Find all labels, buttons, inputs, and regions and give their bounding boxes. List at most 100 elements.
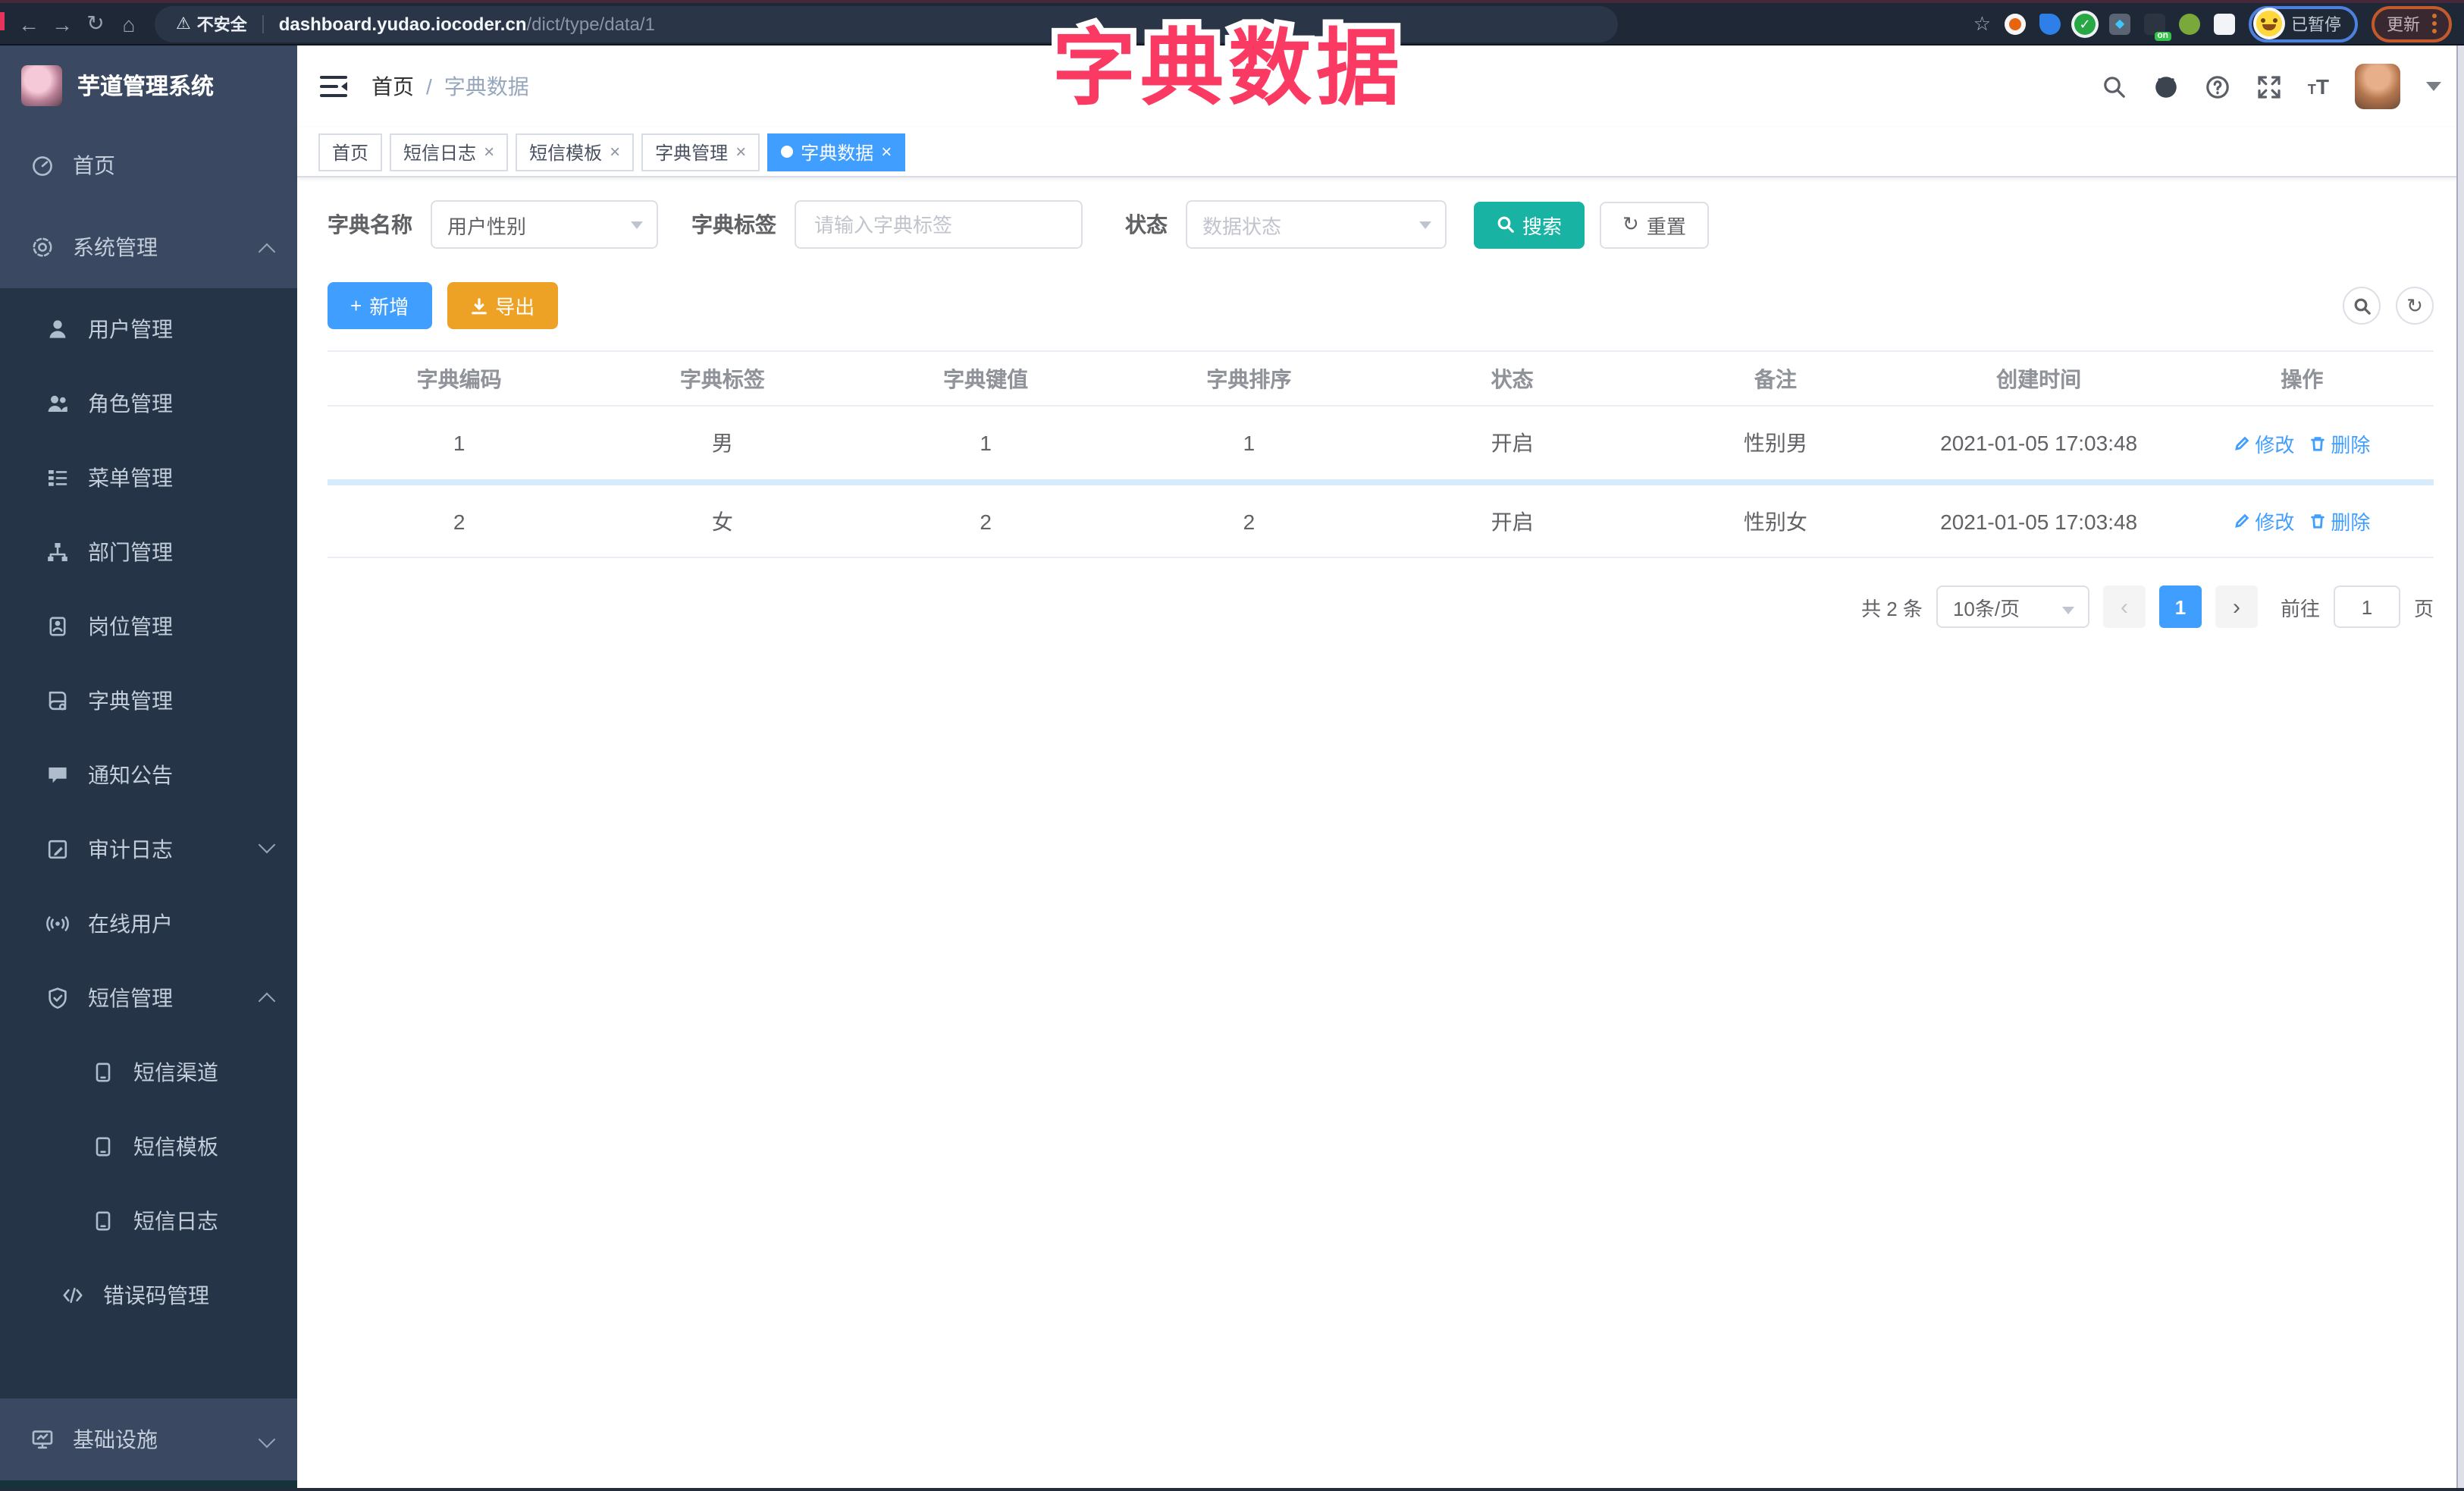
sidebar-item-sms-channel[interactable]: 短信渠道 <box>0 1034 297 1109</box>
page-size-select[interactable]: 10条/页 <box>1936 585 2089 628</box>
sidebar-item-sms-template[interactable]: 短信模板 <box>0 1109 297 1183</box>
sidebar-item-sms-mgmt[interactable]: 短信管理 <box>0 960 297 1034</box>
sidebar-item-home[interactable]: 首页 <box>0 124 297 206</box>
export-button[interactable]: 导出 <box>447 282 558 329</box>
extension-icon-on-badge[interactable]: on <box>2144 13 2171 40</box>
sidebar-item-post-mgmt[interactable]: 岗位管理 <box>0 589 297 663</box>
tab-home[interactable]: 首页 <box>318 133 383 171</box>
extension-icon-puzzle[interactable] <box>2214 13 2235 34</box>
fullscreen-icon[interactable] <box>2256 74 2282 99</box>
sidebar-item-user-mgmt[interactable]: 用户管理 <box>0 291 297 366</box>
app-logo-row[interactable]: 芋道管理系统 <box>0 46 297 124</box>
chevron-up-icon <box>258 243 276 261</box>
search-button[interactable]: 搜索 <box>1474 201 1585 248</box>
browser-reload-icon[interactable]: ↻ <box>79 11 112 36</box>
help-icon[interactable] <box>2205 74 2230 99</box>
security-warning[interactable]: ⚠ 不安全 <box>176 11 247 36</box>
breadcrumb: 首页 / 字典数据 <box>371 71 529 102</box>
sidebar-item-infrastructure[interactable]: 基础设施 <box>0 1398 297 1480</box>
app-logo <box>21 64 62 105</box>
tab-dict-mgmt[interactable]: 字典管理 × <box>641 133 760 171</box>
divider <box>262 14 264 33</box>
sidebar-item-system-mgmt[interactable]: 系统管理 <box>0 206 297 288</box>
font-size-icon[interactable]: TT <box>2308 74 2329 99</box>
user-icon <box>49 319 66 337</box>
extension-icon-green-check[interactable]: ✓ <box>2074 13 2096 34</box>
pagination: 共 2 条 10条/页 ‹ 1 › 前往 页 <box>328 585 2434 628</box>
table-row[interactable]: 1 男 1 1 开启 性别男 2021-01-05 17:03:48 修改 删除 <box>328 406 2434 479</box>
sidebar-collapse-icon[interactable] <box>320 76 347 97</box>
sidebar-item-dict-mgmt[interactable]: 字典管理 <box>0 663 297 737</box>
message-icon <box>49 767 67 783</box>
phone-icon <box>96 1210 111 1230</box>
dict-name-select[interactable]: 用户性别 <box>431 200 658 249</box>
add-button[interactable]: + 新增 <box>328 282 432 329</box>
edit-link[interactable]: 修改 <box>2234 428 2294 457</box>
browser-scrollbar[interactable] <box>2456 46 2464 1491</box>
browser-update-button[interactable]: 更新 <box>2372 5 2452 42</box>
download-icon <box>471 297 487 314</box>
refresh-table-button[interactable]: ↻ <box>2396 287 2434 325</box>
github-icon[interactable] <box>2153 74 2179 99</box>
close-icon[interactable]: × <box>484 143 494 161</box>
org-tree-icon <box>48 542 67 560</box>
edit-pencil-icon <box>2235 435 2249 450</box>
prev-page-button[interactable]: ‹ <box>2102 585 2146 628</box>
goto-label: 前往 <box>2280 597 2320 620</box>
reset-button[interactable]: ↻ 重置 <box>1600 201 1709 248</box>
table-row[interactable]: 2 女 2 2 开启 性别女 2021-01-05 17:03:48 修改 删除 <box>328 485 2434 558</box>
current-page[interactable]: 1 <box>2158 585 2202 628</box>
goto-page-input[interactable] <box>2333 585 2400 628</box>
next-page-button[interactable]: › <box>2215 585 2258 628</box>
search-icon <box>2353 297 2370 314</box>
delete-link[interactable]: 删除 <box>2309 507 2370 535</box>
users-icon <box>48 394 67 411</box>
extension-icon-blue-gem[interactable] <box>2039 13 2061 34</box>
browser-forward-icon[interactable]: → <box>45 11 79 36</box>
extension-icon-orange[interactable] <box>2005 13 2026 34</box>
edit-link[interactable]: 修改 <box>2234 507 2294 535</box>
status-select[interactable]: 数据状态 <box>1186 200 1447 249</box>
url-path: /dict/type/data/1 <box>526 13 655 34</box>
annotation-tick <box>0 12 5 30</box>
search-icon[interactable] <box>2102 74 2127 99</box>
chevron-down-icon <box>2061 607 2074 614</box>
bookmark-star-icon[interactable]: ☆ <box>1973 11 1991 36</box>
url-host: dashboard.yudao.iocoder.cn <box>278 13 527 34</box>
total-count: 共 2 条 <box>1861 597 1923 620</box>
profile-chip[interactable]: 已暂停 <box>2249 5 2358 42</box>
close-icon[interactable]: × <box>610 143 620 161</box>
close-icon[interactable]: × <box>881 143 892 161</box>
sidebar-item-audit-log[interactable]: 审计日志 <box>0 811 297 886</box>
sidebar-item-sms-log[interactable]: 短信日志 <box>0 1183 297 1257</box>
breadcrumb-home[interactable]: 首页 <box>371 71 414 102</box>
status-label: 状态 <box>1125 212 1168 237</box>
tab-dict-data[interactable]: 字典数据 × <box>767 133 906 171</box>
user-menu-caret-icon[interactable] <box>2426 82 2441 91</box>
edit-pencil-icon <box>2235 513 2249 528</box>
dict-data-table: 字典编码 字典标签 字典键值 字典排序 状态 备注 创建时间 操作 1 男 1 … <box>328 350 2434 558</box>
chevron-down-icon <box>1419 221 1431 229</box>
user-avatar[interactable] <box>2355 64 2400 109</box>
sidebar-item-error-code-mgmt[interactable]: 错误码管理 <box>0 1257 297 1332</box>
chevron-down-icon <box>258 1430 276 1449</box>
sidebar-submenu: 用户管理 角色管理 菜单管理 部门管理 岗位管理 字典管理 通知公告 审计日志 … <box>0 288 297 1398</box>
sidebar-item-menu-mgmt[interactable]: 菜单管理 <box>0 440 297 514</box>
close-icon[interactable]: × <box>735 143 746 161</box>
toggle-search-button[interactable] <box>2343 287 2381 325</box>
sidebar-item-dept-mgmt[interactable]: 部门管理 <box>0 514 297 589</box>
sidebar-item-notice[interactable]: 通知公告 <box>0 737 297 811</box>
tab-sms-template[interactable]: 短信模板 × <box>516 133 635 171</box>
browser-menu-icon[interactable] <box>2432 14 2437 33</box>
browser-home-icon[interactable]: ⌂ <box>112 11 146 36</box>
delete-link[interactable]: 删除 <box>2309 428 2370 457</box>
dict-tag-input[interactable] <box>811 212 1066 237</box>
sidebar-item-role-mgmt[interactable]: 角色管理 <box>0 366 297 440</box>
extension-icon-gray-diamond[interactable]: ◆ <box>2109 13 2130 34</box>
extension-icon-green[interactable] <box>2179 13 2200 34</box>
tab-sms-log[interactable]: 短信日志 × <box>390 133 509 171</box>
code-icon <box>63 1286 83 1303</box>
browser-back-icon[interactable]: ← <box>12 11 45 36</box>
page-unit-label: 页 <box>2413 597 2434 620</box>
sidebar-item-online-users[interactable]: 在线用户 <box>0 886 297 960</box>
